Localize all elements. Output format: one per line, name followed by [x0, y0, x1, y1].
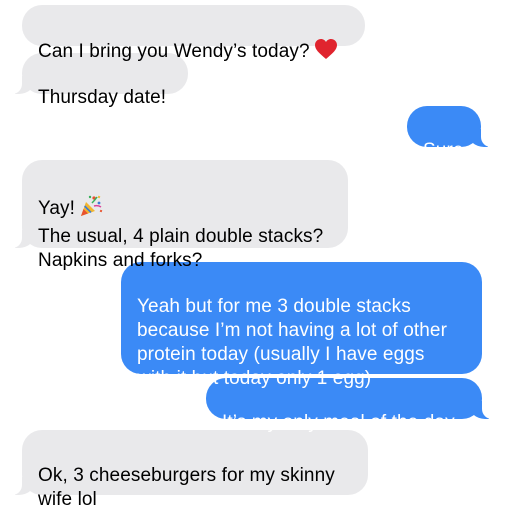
sent-message-bubble[interactable]: Yeah but for me 3 double stacks because …	[121, 262, 482, 389]
heart-emoji-icon	[314, 38, 338, 67]
message-thread: Can I bring you Wendy’s today? Thursday …	[0, 0, 507, 510]
message-text-first-line: Yay!	[38, 198, 76, 219]
received-message-bubble[interactable]: Yay! The usual, 4 plain double stacks? N…	[11, 160, 348, 271]
message-text: Thursday date!	[38, 87, 167, 108]
message-text: Yeah but for me 3 double stacks because …	[137, 296, 448, 389]
received-message-bubble[interactable]: Can I bring you Wendy’s today?	[22, 5, 365, 62]
message-text: Ok, 3 cheeseburgers for my skinny wife l…	[38, 465, 335, 510]
message-text: It’s my only meal of the day	[222, 412, 455, 433]
message-text: Can I bring you Wendy’s today?	[38, 41, 310, 62]
sent-message-bubble[interactable]: Sure	[407, 106, 492, 161]
received-message-bubble[interactable]: Ok, 3 cheeseburgers for my skinny wife l…	[11, 430, 368, 510]
party-popper-emoji-icon	[79, 194, 103, 225]
message-text: Sure	[423, 140, 464, 161]
